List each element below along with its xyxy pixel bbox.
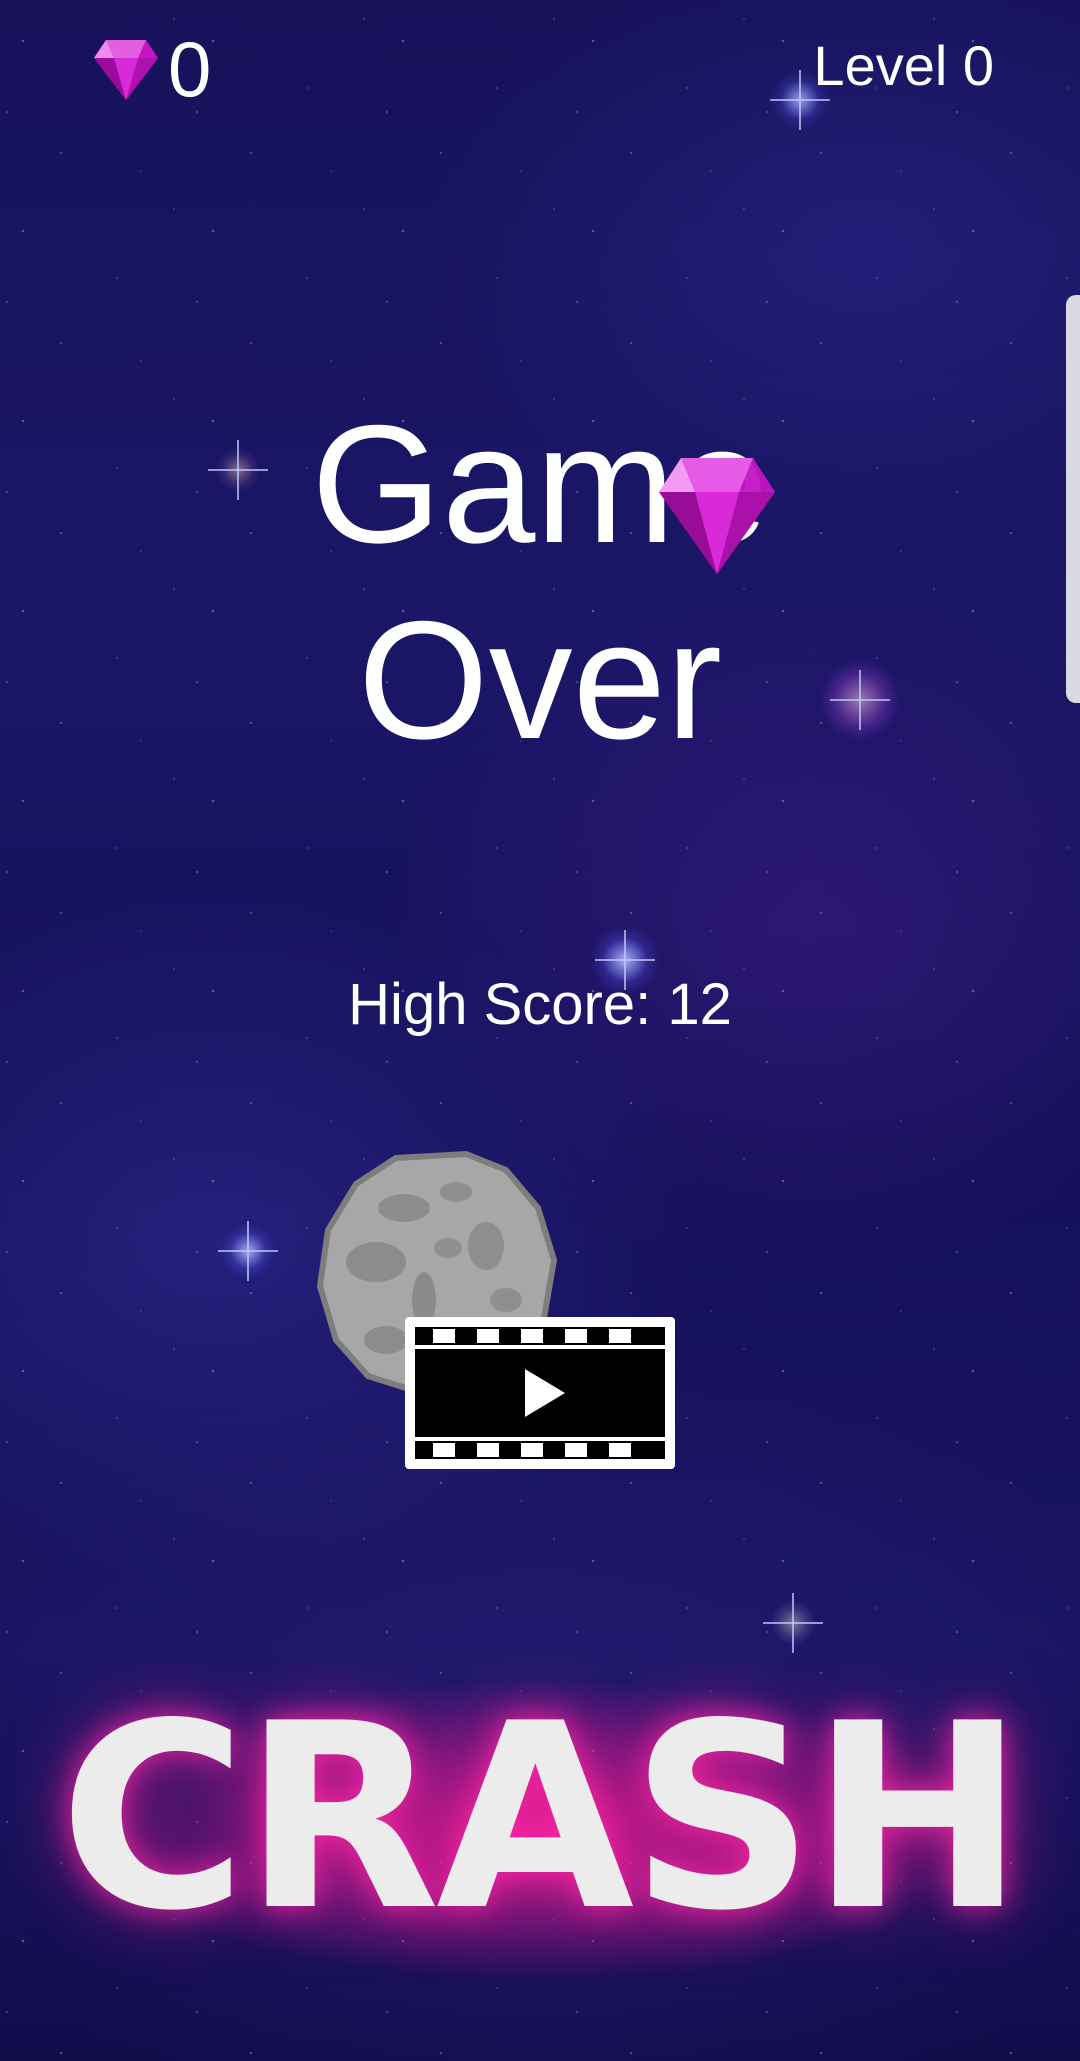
- high-score: High Score: 12: [348, 972, 732, 1037]
- level-indicator: Level 0: [813, 34, 994, 97]
- watch-video-button[interactable]: [405, 1317, 675, 1469]
- sparkle: [770, 1600, 816, 1646]
- crash-logo: CRASH: [59, 1669, 1025, 1967]
- game-over-screen: 0 Level 0 Game Over High Score: 12 CRASH: [0, 0, 1080, 2061]
- game-over-title-line1: Game: [311, 390, 769, 578]
- game-over-title-line2: Over: [357, 586, 723, 774]
- gem-icon: [659, 458, 775, 574]
- sparkle: [220, 1223, 276, 1279]
- gem-icon: [94, 40, 158, 100]
- gem-counter: 0: [92, 30, 211, 108]
- gem-count: 0: [168, 25, 212, 113]
